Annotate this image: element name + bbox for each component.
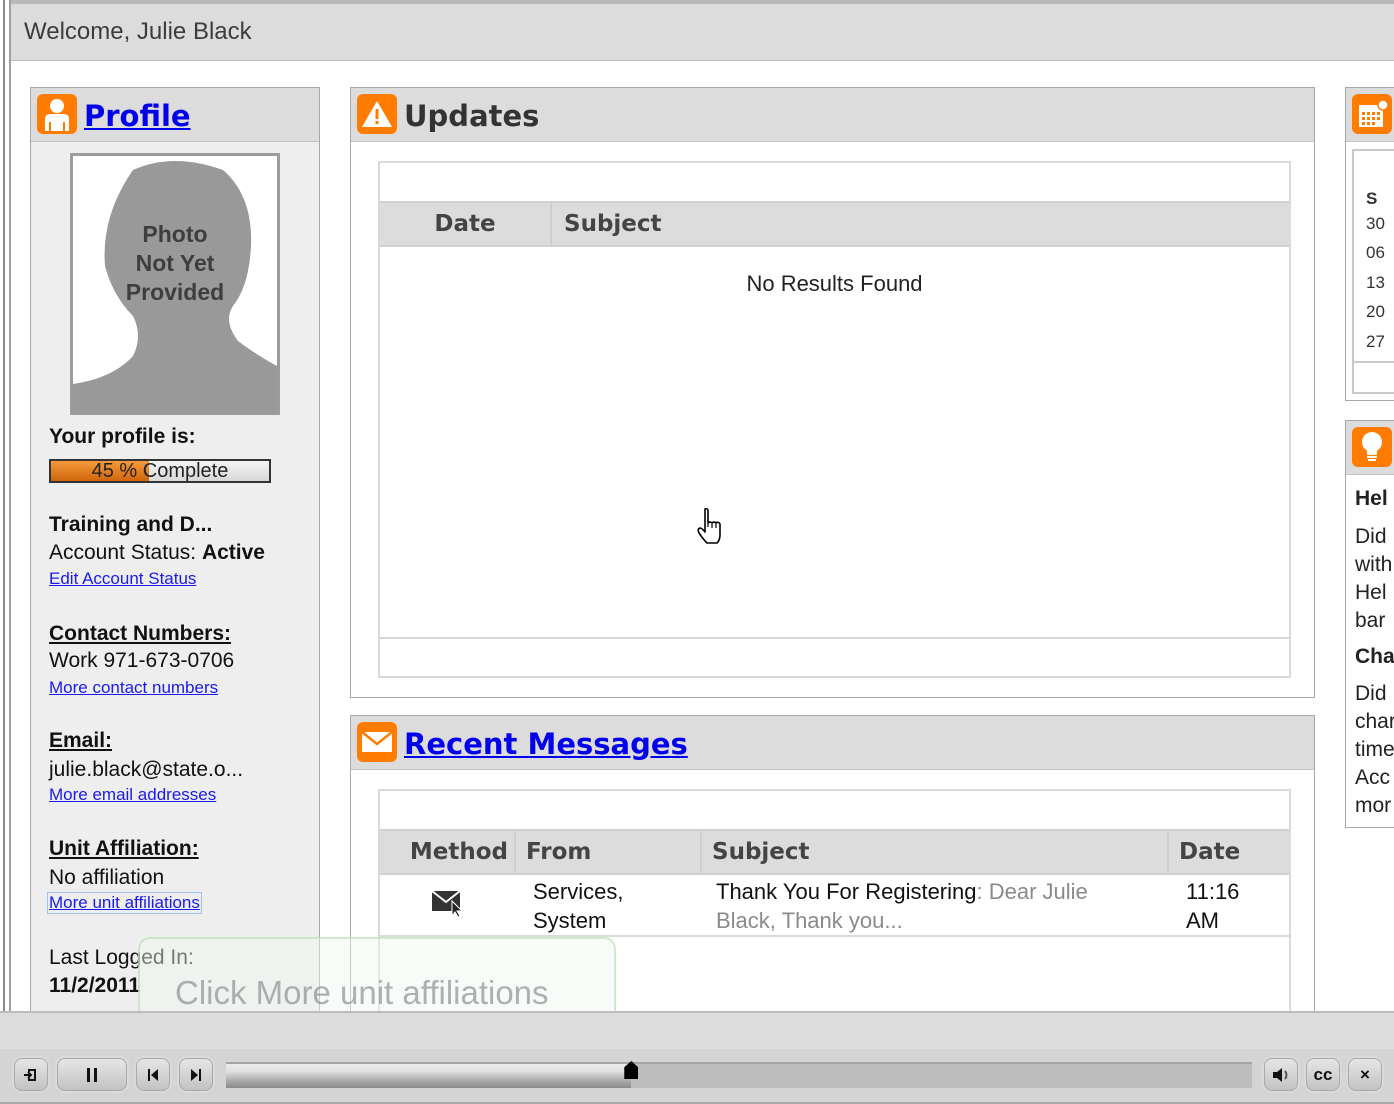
person-icon <box>37 94 77 134</box>
help-text: Hel <box>1355 581 1387 604</box>
previous-button[interactable] <box>136 1058 170 1091</box>
closed-captions-button[interactable]: cc <box>1306 1058 1340 1091</box>
profile-photo-placeholder: Photo Not Yet Provided <box>70 153 280 415</box>
help-text: Did <box>1355 682 1387 705</box>
account-status: Account Status: Active <box>49 541 265 564</box>
contact-numbers-heading: Contact Numbers: <box>49 622 232 645</box>
calendar-day[interactable]: 30 <box>1366 214 1385 234</box>
exit-icon <box>24 1068 36 1081</box>
profile-panel-header: Profile <box>31 88 319 142</box>
message-row[interactable]: Services, System Thank You For Registeri… <box>380 877 1289 937</box>
pause-button[interactable] <box>57 1058 127 1091</box>
help-panel: Hel Did with Hel bar Cha Did char time Acc mor <box>1345 420 1394 828</box>
column-header-date[interactable]: Date <box>1169 831 1289 873</box>
calendar-day[interactable]: 13 <box>1366 273 1385 293</box>
welcome-text: Welcome, Julie Black <box>24 18 252 45</box>
unit-affiliation-value: No affiliation <box>49 866 165 889</box>
calendar-panel: S 30 06 13 20 27 <box>1345 87 1394 401</box>
more-unit-affiliations-link[interactable]: More unit affiliations <box>47 892 202 914</box>
hand-cursor-icon <box>695 507 727 552</box>
window-left-border <box>0 0 11 1012</box>
volume-icon <box>1273 1067 1288 1082</box>
message-from: Services, System <box>533 879 624 933</box>
help-heading: Cha <box>1355 645 1394 668</box>
calendar-day-header: S <box>1366 189 1378 208</box>
instruction-tooltip-text: Click More unit affiliations <box>175 974 549 1011</box>
help-text: char <box>1355 710 1394 733</box>
updates-title: Updates <box>404 99 540 133</box>
photo-placeholder-text: Photo Not Yet Provided <box>125 221 225 305</box>
mini-calendar: S 30 06 13 20 27 <box>1352 149 1394 394</box>
help-text: mor <box>1355 794 1392 817</box>
welcome-bar: Welcome, Julie Black <box>11 4 1394 61</box>
recent-messages-header: Recent Messages <box>351 716 1314 770</box>
account-status-value: Active <box>201 541 265 564</box>
progress-track[interactable] <box>226 1062 1252 1088</box>
skip-back-icon <box>148 1068 158 1081</box>
column-header-date[interactable]: Date <box>380 203 552 245</box>
column-header-subject[interactable]: Subject <box>552 203 1289 245</box>
close-player-button[interactable]: × <box>1348 1058 1382 1091</box>
profile-completion-bar: 45 % Complete <box>49 459 271 483</box>
help-heading: Hel <box>1355 487 1388 510</box>
progress-track-fill <box>226 1064 632 1088</box>
calendar-day[interactable]: 27 <box>1366 332 1385 352</box>
volume-button[interactable] <box>1264 1058 1298 1091</box>
updates-panel: Updates Date Subject No Results Found <box>350 87 1315 698</box>
updates-table-header: Date Subject <box>380 201 1289 247</box>
recent-messages-link[interactable]: Recent Messages <box>404 727 688 761</box>
message-preview: Dear Julie <box>982 879 1088 904</box>
updates-panel-header: Updates <box>351 88 1314 142</box>
edit-account-status-link[interactable]: Edit Account Status <box>49 569 196 589</box>
profile-completion-label: 45 % Complete <box>91 460 229 482</box>
help-text: Did <box>1355 525 1387 548</box>
calendar-day[interactable]: 20 <box>1366 302 1385 322</box>
more-contact-numbers-link[interactable]: More contact numbers <box>49 678 218 698</box>
email-value: julie.black@state.o... <box>49 758 244 781</box>
message-subject-title: Thank You For Registering <box>716 879 977 904</box>
calendar-icon <box>1352 94 1392 134</box>
work-phone: Work 971-673-0706 <box>49 649 235 672</box>
pause-icon <box>87 1067 97 1082</box>
help-text: bar <box>1355 609 1386 632</box>
calendar-footer-divider <box>1354 361 1394 363</box>
help-text: with <box>1355 553 1393 576</box>
playback-controls: cc × <box>0 1049 1394 1104</box>
help-text: time <box>1355 738 1394 761</box>
unit-affiliation-heading: Unit Affiliation: <box>49 837 199 860</box>
email-heading: Email: <box>49 729 113 752</box>
column-header-subject[interactable]: Subject <box>702 831 1169 873</box>
updates-table-footer <box>380 637 1289 639</box>
profile-panel: Profile Photo Not Yet Provided Your prof… <box>30 87 320 1017</box>
help-panel-header <box>1346 421 1394 475</box>
profile-status-label: Your profile is: <box>49 425 196 448</box>
updates-table: Date Subject No Results Found <box>378 161 1291 678</box>
profile-link[interactable]: Profile <box>84 99 191 133</box>
no-results-message: No Results Found <box>746 271 923 296</box>
last-logged-in-value: 11/2/2011 <box>49 974 141 997</box>
lightbulb-icon <box>1352 427 1392 467</box>
message-subject[interactable]: Thank You For Registering: Dear Julie Bl… <box>716 877 1156 935</box>
message-date: 11:16 AM <box>1186 879 1240 933</box>
envelope-icon <box>357 722 397 762</box>
warning-icon <box>357 94 397 134</box>
help-text: Acc <box>1355 766 1391 789</box>
calendar-panel-header <box>1346 88 1394 142</box>
skip-forward-icon <box>191 1068 201 1081</box>
column-header-from[interactable]: From <box>516 831 702 873</box>
column-header-method[interactable]: Method <box>380 831 516 873</box>
status-band <box>0 1011 1394 1049</box>
next-button[interactable] <box>179 1058 213 1091</box>
calendar-day[interactable]: 06 <box>1366 243 1385 263</box>
exit-button[interactable] <box>14 1058 48 1091</box>
email-method-icon <box>431 889 464 922</box>
messages-table-header: Method From Subject Date <box>380 829 1289 875</box>
organization-name: Training and D... <box>49 513 213 536</box>
more-email-addresses-link[interactable]: More email addresses <box>49 785 216 805</box>
